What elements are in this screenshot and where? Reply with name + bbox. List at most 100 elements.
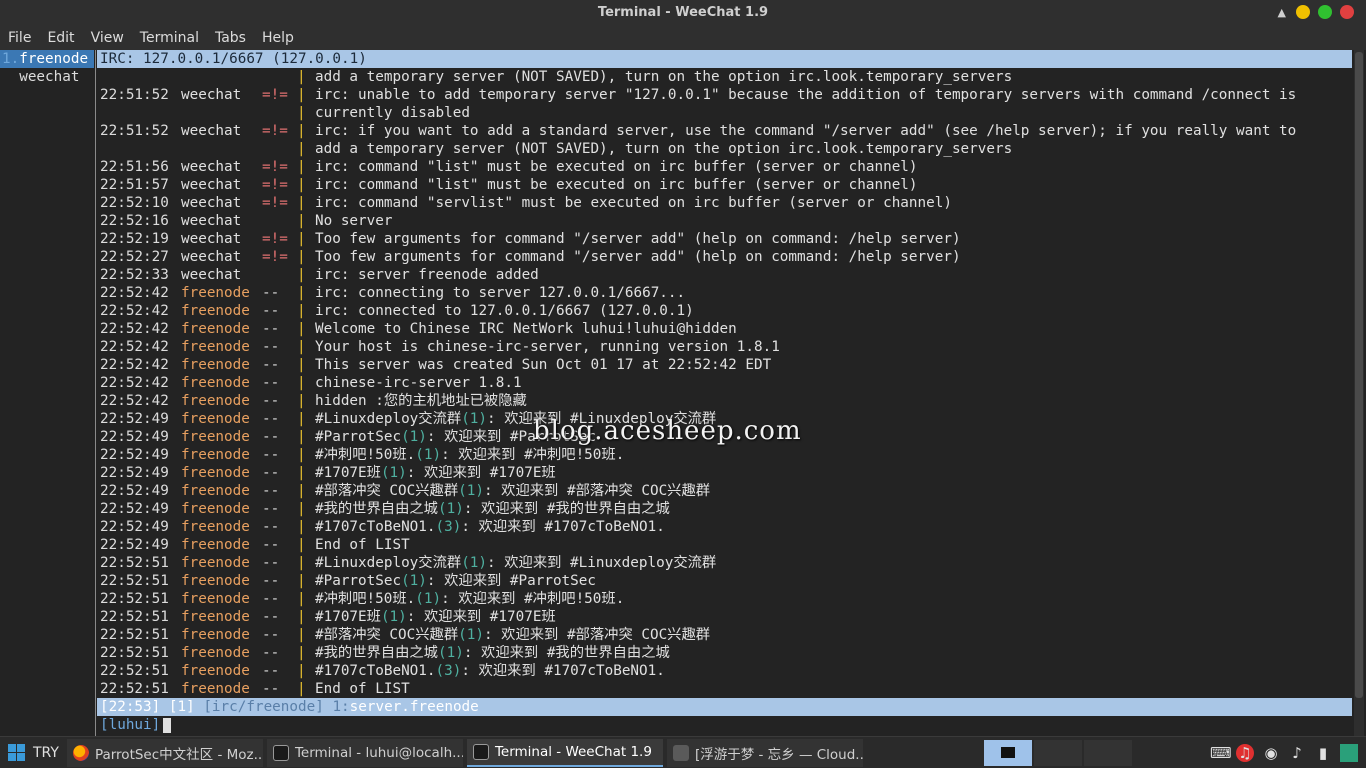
task-terminal-luhui[interactable]: Terminal - luhui@localh... [266,738,463,767]
line-nick: freenode [181,321,250,337]
line-prefix: =!= [262,87,288,103]
line-separator: | [297,105,306,121]
show-desktop-icon[interactable] [1340,743,1358,762]
shade-icon[interactable]: ▲ [1278,6,1286,19]
line-message-tail: : 欢迎来到 #部落冲突 COC兴趣群 [483,627,711,643]
line-message-tail: : 欢迎来到 #1707E班 [406,465,556,481]
menu-view[interactable]: View [91,30,124,46]
line-nick: freenode [181,681,250,697]
line-nick: freenode [181,483,250,499]
line-message-text: irc: command "servlist" must be executed… [315,195,952,211]
line-message: #我的世界自由之城(1): 欢迎来到 #我的世界自由之城 [315,644,670,662]
keyboard-icon[interactable]: ⌨ [1210,744,1232,762]
line-user-count: (1) [401,429,427,445]
line-message: hidden :您的主机地址已被隐藏 [315,392,527,410]
line-nick: freenode [181,591,250,607]
chat-line: 22:52:42 freenode -- | This server was creat… [97,356,1352,374]
line-message-text: irc: if you want to add a standard serve… [315,123,1297,139]
netease-music-icon[interactable]: ♫ [1236,743,1254,762]
line-message-text: #1707E班 [315,609,381,625]
status-bar: [22:53] [1] [irc/freenode] 1:server.free… [97,698,1352,716]
start-menu-icon [8,744,25,761]
line-nick: freenode [181,303,250,319]
line-message: #1707E班(1): 欢迎来到 #1707E班 [315,464,556,482]
menu-file[interactable]: File [8,30,31,46]
line-prefix: -- [262,375,280,391]
line-prefix: -- [262,465,280,481]
line-prefix: =!= [262,159,288,175]
task-label: [浮游于梦 - 忘乡 — Cloud... [694,746,863,763]
volume-icon[interactable]: ♪ [1288,744,1306,762]
line-nick: freenode [181,393,250,409]
line-separator: | [297,123,306,139]
line-message-text: Too few arguments for command "/server a… [315,231,961,247]
line-separator: | [297,303,306,319]
line-time: 22:52:49 [100,519,169,535]
terminal-area[interactable]: 1.freenode weechat IRC: 127.0.0.1/6667 (… [0,50,1366,736]
line-separator: | [297,447,306,463]
line-message-text: currently disabled [315,105,470,121]
line-prefix: -- [262,339,280,355]
line-separator: | [297,267,306,283]
line-message-text: #部落冲突 COC兴趣群 [315,627,459,643]
line-message-text: add a temporary server (NOT SAVED), turn… [315,141,1013,157]
line-message-text: End of LIST [315,537,410,553]
workspace-2[interactable] [1033,739,1082,766]
workspace-3[interactable] [1083,739,1132,766]
task-cloud-music[interactable]: [浮游于梦 - 忘乡 — Cloud... [666,738,863,767]
chat-line: 22:51:57 weechat =!= | irc: command "list" m… [97,176,1352,194]
menu-help[interactable]: Help [262,30,294,46]
line-nick: freenode [181,375,250,391]
line-message: #部落冲突 COC兴趣群(1): 欢迎来到 #部落冲突 COC兴趣群 [315,482,710,500]
task-label: Terminal - luhui@localh... [294,744,463,761]
line-message: irc: command "servlist" must be executed… [315,194,952,212]
line-separator: | [297,501,306,517]
buffer-item-freenode[interactable]: 1.freenode [0,50,94,68]
line-time: 22:52:51 [100,663,169,679]
minimize-button[interactable] [1296,5,1310,19]
wifi-icon[interactable]: ◉ [1262,744,1280,762]
battery-icon[interactable]: ▮ [1314,744,1332,762]
input-bar[interactable]: [luhui] [97,716,1352,734]
scrollbar-thumb[interactable] [1355,52,1363,698]
start-button[interactable]: TRY [0,737,67,768]
window-titlebar: Terminal - WeeChat 1.9 ▲ [0,0,1366,26]
line-separator: | [297,573,306,589]
buffer-list: 1.freenode weechat [0,50,94,736]
menu-terminal[interactable]: Terminal [140,30,199,46]
line-nick: freenode [181,465,250,481]
line-message: #1707cToBeNO1.(3): 欢迎来到 #1707cToBeNO1. [315,662,665,680]
maximize-button[interactable] [1318,5,1332,19]
chat-line: 22:51:56 weechat =!= | irc: command "list" m… [97,158,1352,176]
terminal-scrollbar[interactable] [1354,50,1364,736]
line-nick: freenode [181,663,250,679]
workspace-1[interactable] [983,739,1032,766]
menu-tabs[interactable]: Tabs [215,30,246,46]
line-time: 22:52:19 [100,231,169,247]
line-message-text: #1707cToBeNO1. [315,519,436,535]
line-prefix: -- [262,573,280,589]
line-separator: | [297,357,306,373]
line-time: 22:52:10 [100,195,169,211]
line-message-text: Too few arguments for command "/server a… [315,249,961,265]
chat-line: 22:52:33 weechat | irc: server freenode add… [97,266,1352,284]
line-prefix: -- [262,285,280,301]
line-message: Your host is chinese-irc-server, running… [315,338,780,356]
line-user-count: (1) [461,411,488,427]
line-user-count: (1) [415,447,442,463]
menu-edit[interactable]: Edit [47,30,74,46]
buffer-item-weechat[interactable]: weechat [0,68,94,86]
close-button[interactable] [1340,5,1354,19]
line-message-text: #我的世界自由之城 [315,501,438,517]
line-prefix: -- [262,663,280,679]
line-message: irc: connecting to server 127.0.0.1/6667… [315,284,685,302]
terminal-icon [472,743,489,760]
line-time: 22:52:42 [100,393,169,409]
task-firefox[interactable]: ParrotSec中文社区 - Moz... [66,738,263,767]
watermark: blog.acesheep.com [533,416,802,446]
task-terminal-weechat[interactable]: Terminal - WeeChat 1.9 [466,738,663,767]
line-prefix: -- [262,537,280,553]
line-separator: | [297,339,306,355]
line-nick: weechat [181,231,242,247]
line-message-text: #1707E班 [315,465,381,481]
